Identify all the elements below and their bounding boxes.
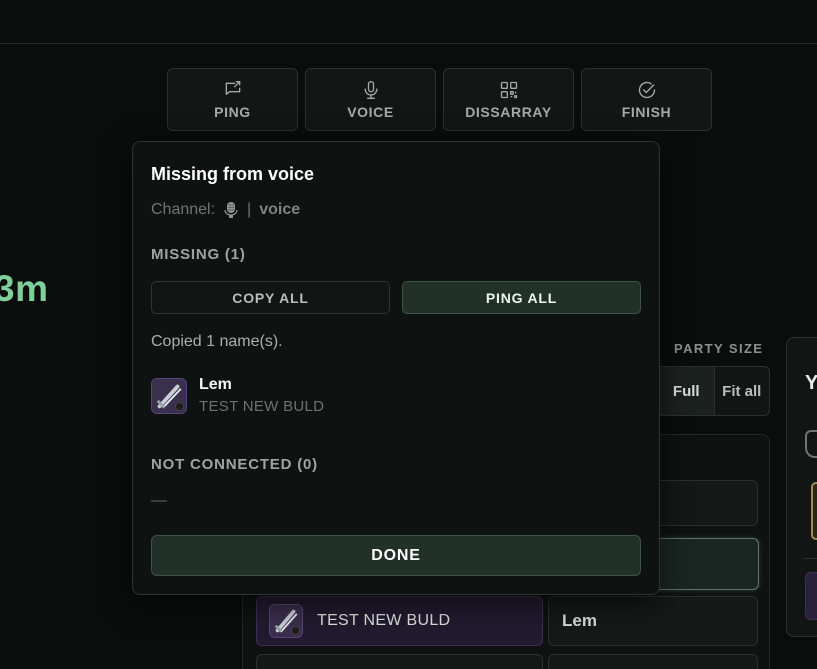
- missing-member-text: Lem TEST NEW BULD: [199, 376, 324, 415]
- duration-stat: 3m: [0, 268, 49, 309]
- party-slot[interactable]: [256, 654, 543, 669]
- missing-member-item: Lem TEST NEW BULD: [151, 376, 324, 415]
- ping-all-button[interactable]: PING ALL: [402, 281, 641, 314]
- item-thumbnail: [811, 482, 817, 540]
- dissarray-label: DISSARRAY: [465, 103, 552, 120]
- popover-title: Missing from voice: [151, 164, 315, 184]
- missing-actions: COPY ALL PING ALL: [151, 281, 641, 314]
- card-divider: [803, 558, 817, 559]
- weapon-thumbnail: [805, 572, 817, 620]
- party-size-label: PARTY SIZE: [674, 341, 764, 356]
- party-member-name-cell[interactable]: Lem: [548, 596, 758, 646]
- copy-all-button[interactable]: COPY ALL: [151, 281, 390, 314]
- missing-header: MISSING (1): [151, 246, 246, 263]
- channel-name: voice: [259, 201, 301, 218]
- party-size-fit-all[interactable]: Fit all: [715, 367, 770, 415]
- done-button[interactable]: DONE: [151, 535, 641, 576]
- dissarray-button[interactable]: DISSARRAY: [443, 68, 574, 131]
- member-build-label: TEST NEW BULD: [317, 612, 451, 629]
- voice-button[interactable]: VOICE: [305, 68, 436, 131]
- finish-label: FINISH: [621, 103, 672, 120]
- missing-member-name: Lem: [199, 376, 232, 393]
- channel-separator: |: [247, 201, 252, 218]
- missing-member-build: TEST NEW BULD: [199, 398, 325, 415]
- header-divider: [0, 43, 817, 44]
- not-connected-empty: —: [151, 492, 167, 509]
- action-toolbar: PING VOICE DISSARRAY FINISH: [167, 68, 712, 131]
- voice-label: VOICE: [347, 103, 394, 120]
- mic-icon: [364, 80, 377, 99]
- check-circle-icon: [638, 81, 655, 98]
- right-card-title: Y: [805, 372, 817, 394]
- weapon-avatar-icon: [269, 604, 303, 638]
- copy-status-message: Copied 1 name(s).: [151, 333, 283, 350]
- not-connected-header: NOT CONNECTED (0): [151, 456, 318, 473]
- party-slot[interactable]: [548, 654, 758, 669]
- ping-icon: [225, 80, 240, 95]
- mic-icon: [224, 202, 238, 218]
- ping-label: PING: [214, 103, 251, 120]
- missing-from-voice-popover: Missing from voice Channel: | voice MISS…: [132, 141, 660, 595]
- member-name-label: Lem: [562, 611, 597, 630]
- weapon-avatar-icon: [151, 377, 187, 414]
- channel-info: Channel: | voice: [151, 201, 300, 219]
- qr-icon: [500, 81, 517, 98]
- channel-prefix: Channel:: [151, 201, 216, 218]
- finish-button[interactable]: FINISH: [581, 68, 712, 131]
- right-side-card: Y: [786, 337, 817, 637]
- ping-button[interactable]: PING: [167, 68, 298, 131]
- user-icon: [805, 430, 817, 458]
- party-member-row[interactable]: TEST NEW BULD: [256, 596, 543, 646]
